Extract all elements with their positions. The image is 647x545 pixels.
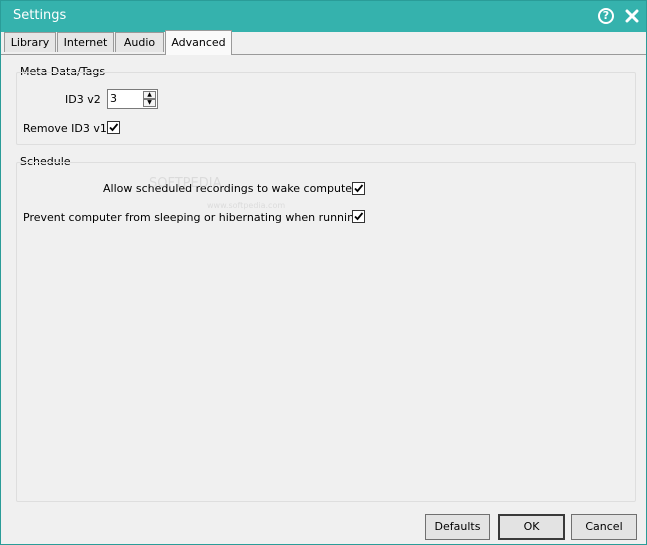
checkmark-icon: [354, 184, 364, 193]
title-bar[interactable]: Settings ?: [1, 1, 646, 32]
checkmark-icon: [109, 123, 119, 132]
cancel-button[interactable]: Cancel: [571, 514, 637, 540]
window-title: Settings: [13, 8, 67, 23]
defaults-button[interactable]: Defaults: [425, 514, 490, 540]
tab-audio[interactable]: Audio: [115, 32, 164, 52]
tab-advanced[interactable]: Advanced: [165, 30, 232, 55]
id3v2-value: 3: [110, 92, 117, 105]
help-icon[interactable]: ?: [598, 8, 614, 24]
ok-button[interactable]: OK: [498, 514, 565, 540]
spin-up-icon[interactable]: ▲: [143, 91, 156, 99]
wake-computer-label: Allow scheduled recordings to wake compu…: [103, 182, 357, 195]
remove-id3v1-checkbox[interactable]: [107, 121, 120, 134]
checkmark-icon: [354, 212, 364, 221]
id3v2-label: ID3 v2: [65, 93, 101, 106]
close-icon[interactable]: [623, 7, 641, 25]
prevent-sleep-label: Prevent computer from sleeping or hibern…: [23, 211, 362, 224]
prevent-sleep-checkbox[interactable]: [352, 210, 365, 223]
spin-down-icon[interactable]: ▼: [143, 99, 156, 107]
settings-window: Settings ? Library Internet Audio Advanc…: [0, 0, 647, 545]
tab-internet[interactable]: Internet: [57, 32, 114, 52]
wake-computer-checkbox[interactable]: [352, 182, 365, 195]
remove-id3v1-label: Remove ID3 v1: [23, 122, 107, 135]
tab-library[interactable]: Library: [4, 32, 56, 52]
id3v2-spinner[interactable]: 3 ▲ ▼: [107, 89, 158, 109]
